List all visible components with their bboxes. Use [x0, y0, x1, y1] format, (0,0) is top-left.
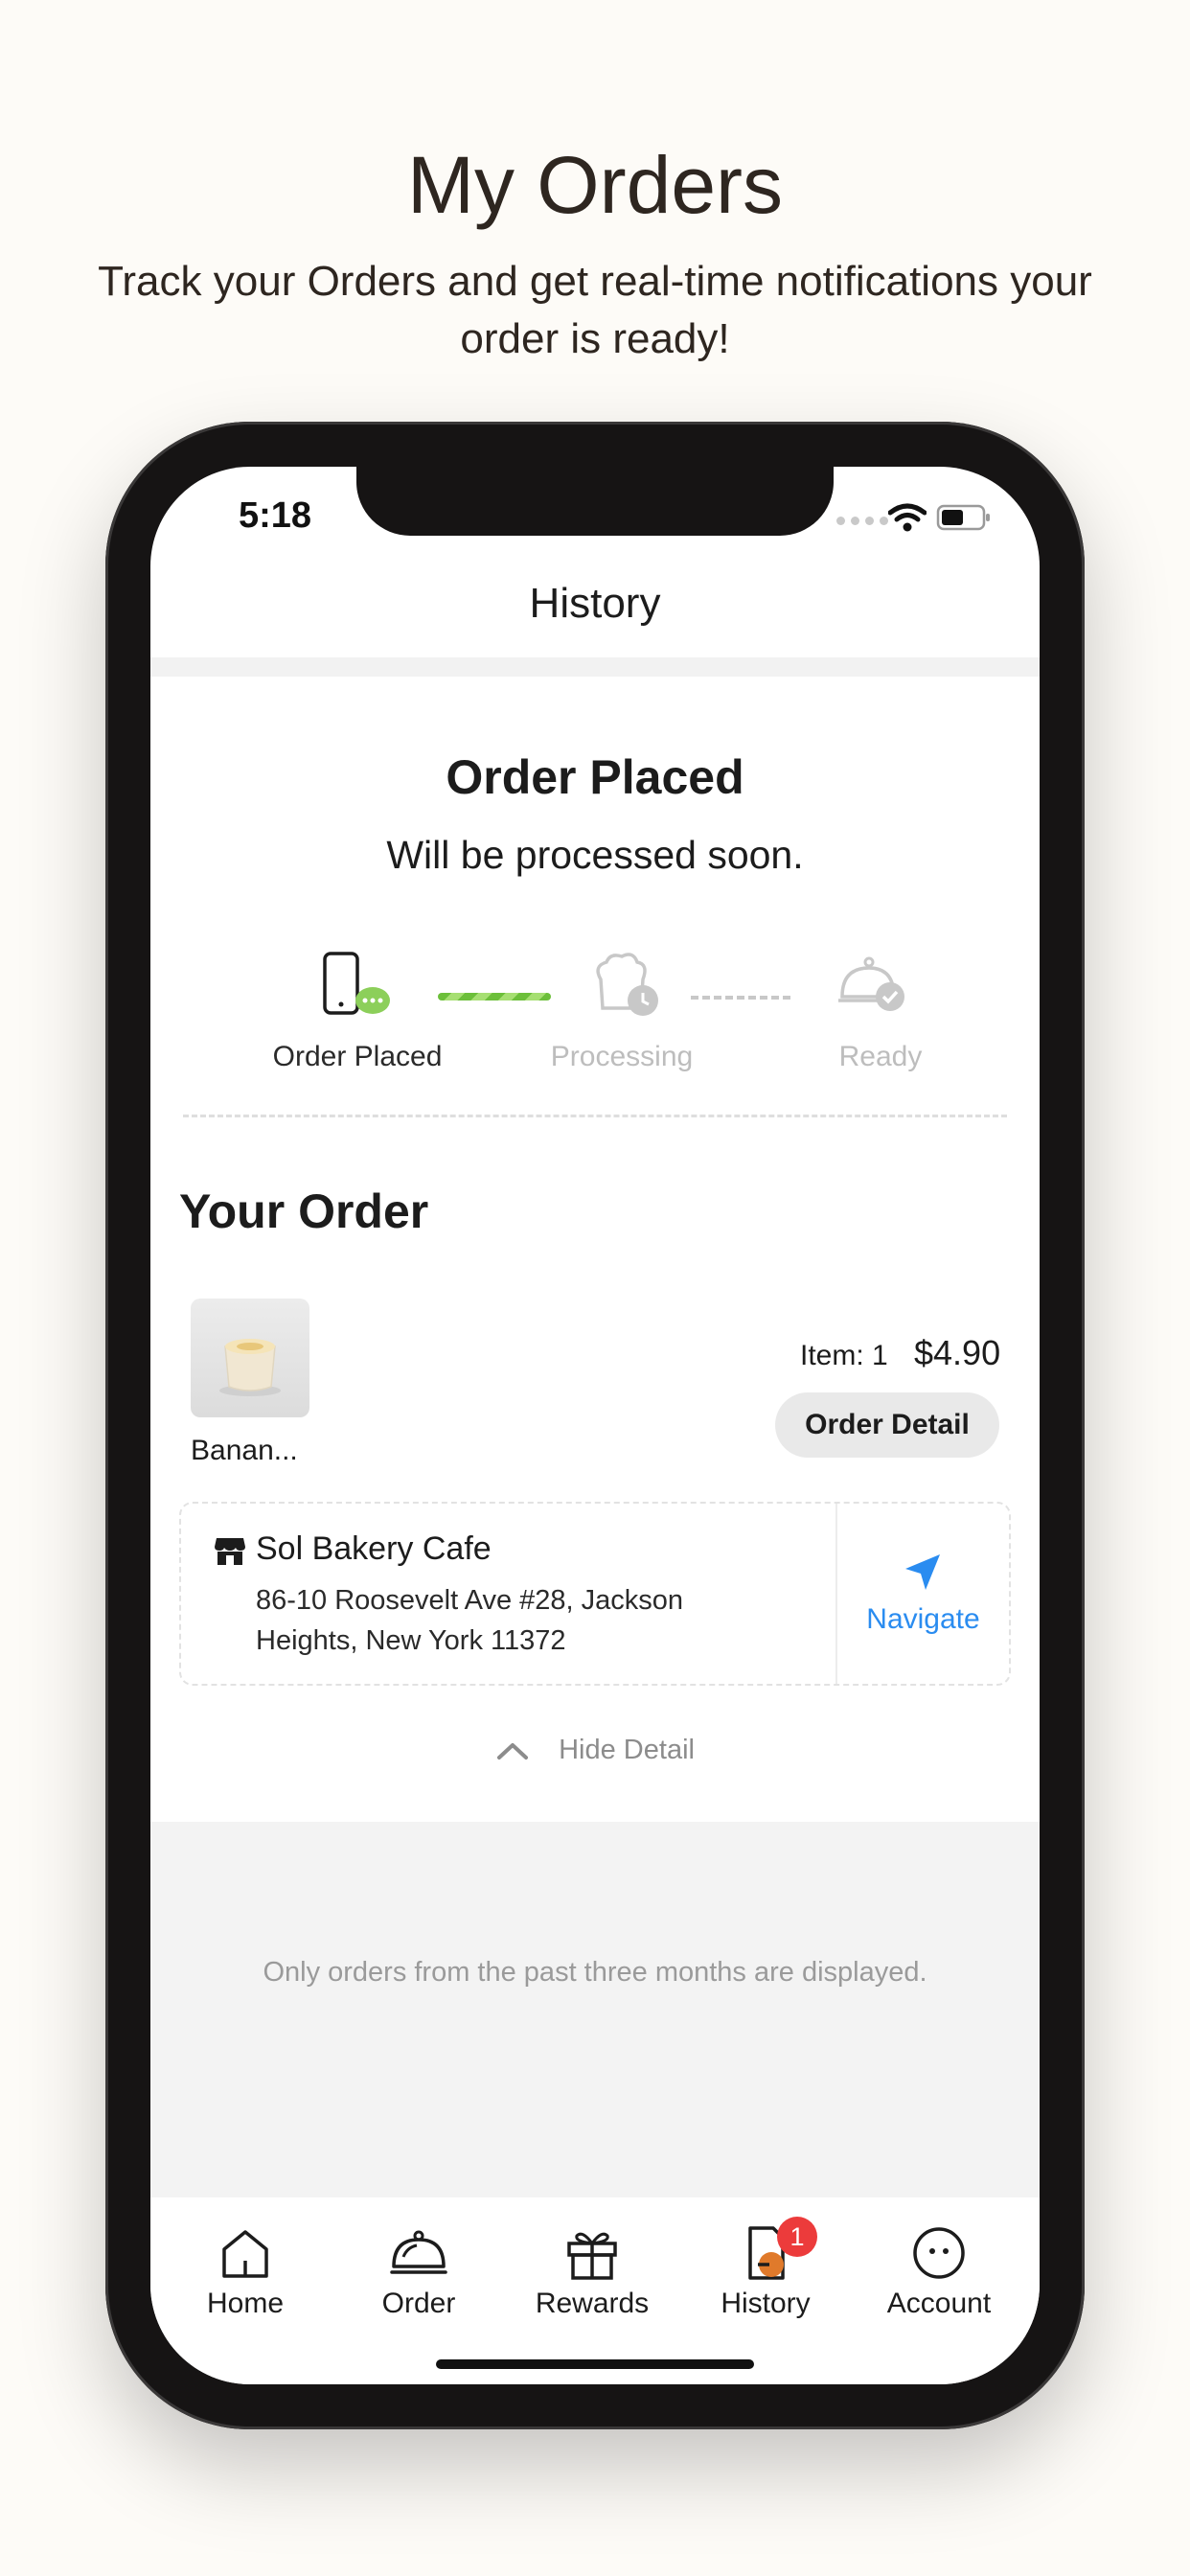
chef-clock-icon: [596, 953, 658, 1016]
history-tab-icon-wrap: 1: [737, 2217, 817, 2282]
phone-screen: 5:18 History Order Placed Will be proces…: [150, 467, 1040, 2384]
product-name: Banan...: [191, 1435, 298, 1466]
product-image: [219, 1339, 281, 1396]
tab-rewards-label: Rewards: [535, 2288, 650, 2319]
navigate-label: Navigate: [866, 1603, 980, 1635]
tab-account[interactable]: Account: [853, 2224, 1025, 2320]
product-thumbnail[interactable]: [191, 1299, 309, 1417]
navigation-arrow-icon: [905, 1554, 940, 1590]
step-label-processing: Processing: [550, 1041, 694, 1072]
section-divider: [183, 1115, 1007, 1117]
history-footer-area: [150, 1822, 1040, 2197]
gift-icon: [567, 2232, 617, 2280]
tab-history[interactable]: 1 History: [679, 2217, 852, 2320]
history-notice: Only orders from the past three months a…: [263, 1957, 927, 1988]
chevron-up-icon: [497, 1743, 529, 1760]
tab-history-label: History: [721, 2288, 811, 2319]
promo-subtitle: Track your Orders and get real-time noti…: [98, 258, 1092, 362]
battery-icon: [936, 504, 990, 531]
header-divider: [150, 657, 1040, 677]
tab-home[interactable]: Home: [159, 2224, 332, 2320]
progress-connector-active: [438, 993, 551, 1000]
status-time: 5:18: [239, 495, 312, 536]
signal-icon: [836, 517, 888, 525]
item-price: $4.90: [914, 1333, 1001, 1372]
notch: [356, 467, 834, 536]
navigate-button[interactable]: Navigate: [835, 1504, 1011, 1684]
hide-detail-label: Hide Detail: [559, 1735, 695, 1765]
order-status-heading: Order Placed: [446, 750, 744, 804]
cloche-icon: [390, 2230, 447, 2274]
store-name: Sol Bakery Cafe: [256, 1530, 492, 1567]
cloche-check-icon: [838, 956, 904, 1011]
phone-chat-icon: [323, 952, 390, 1015]
home-icon: [222, 2230, 268, 2278]
tab-home-label: Home: [206, 2288, 285, 2319]
page-title: History: [529, 580, 661, 627]
tab-order-label: Order: [381, 2288, 456, 2319]
tab-rewards[interactable]: Rewards: [506, 2224, 678, 2320]
your-order-title: Your Order: [179, 1184, 429, 1238]
progress-connector-inactive: [691, 996, 790, 1000]
step-label-order-placed: Order Placed: [272, 1041, 443, 1072]
store-card: Sol Bakery Cafe 86-10 Roosevelt Ave #28,…: [179, 1502, 1011, 1686]
history-badge: 1: [777, 2217, 817, 2257]
promo-title: My Orders: [406, 140, 784, 230]
home-indicator: [436, 2359, 754, 2369]
order-detail-button[interactable]: Order Detail: [775, 1392, 999, 1458]
store-address: 86-10 Roosevelt Ave #28, Jackson Heights…: [256, 1585, 684, 1656]
smiley-account-icon: [913, 2227, 965, 2279]
item-count: Item: 1: [800, 1340, 888, 1371]
tab-account-label: Account: [886, 2288, 992, 2319]
order-status-subheading: Will be processed soon.: [386, 833, 804, 877]
step-label-ready: Ready: [838, 1041, 923, 1072]
storefront-icon: [215, 1538, 245, 1565]
phone-frame: 5:18 History Order Placed Will be proces…: [105, 422, 1085, 2429]
hide-detail-toggle[interactable]: Hide Detail: [150, 1735, 1040, 1766]
wifi-icon: [888, 503, 927, 532]
tab-bar: Home Order Rewards 1 History Account: [150, 2197, 1040, 2384]
tab-order[interactable]: Order: [332, 2224, 505, 2320]
